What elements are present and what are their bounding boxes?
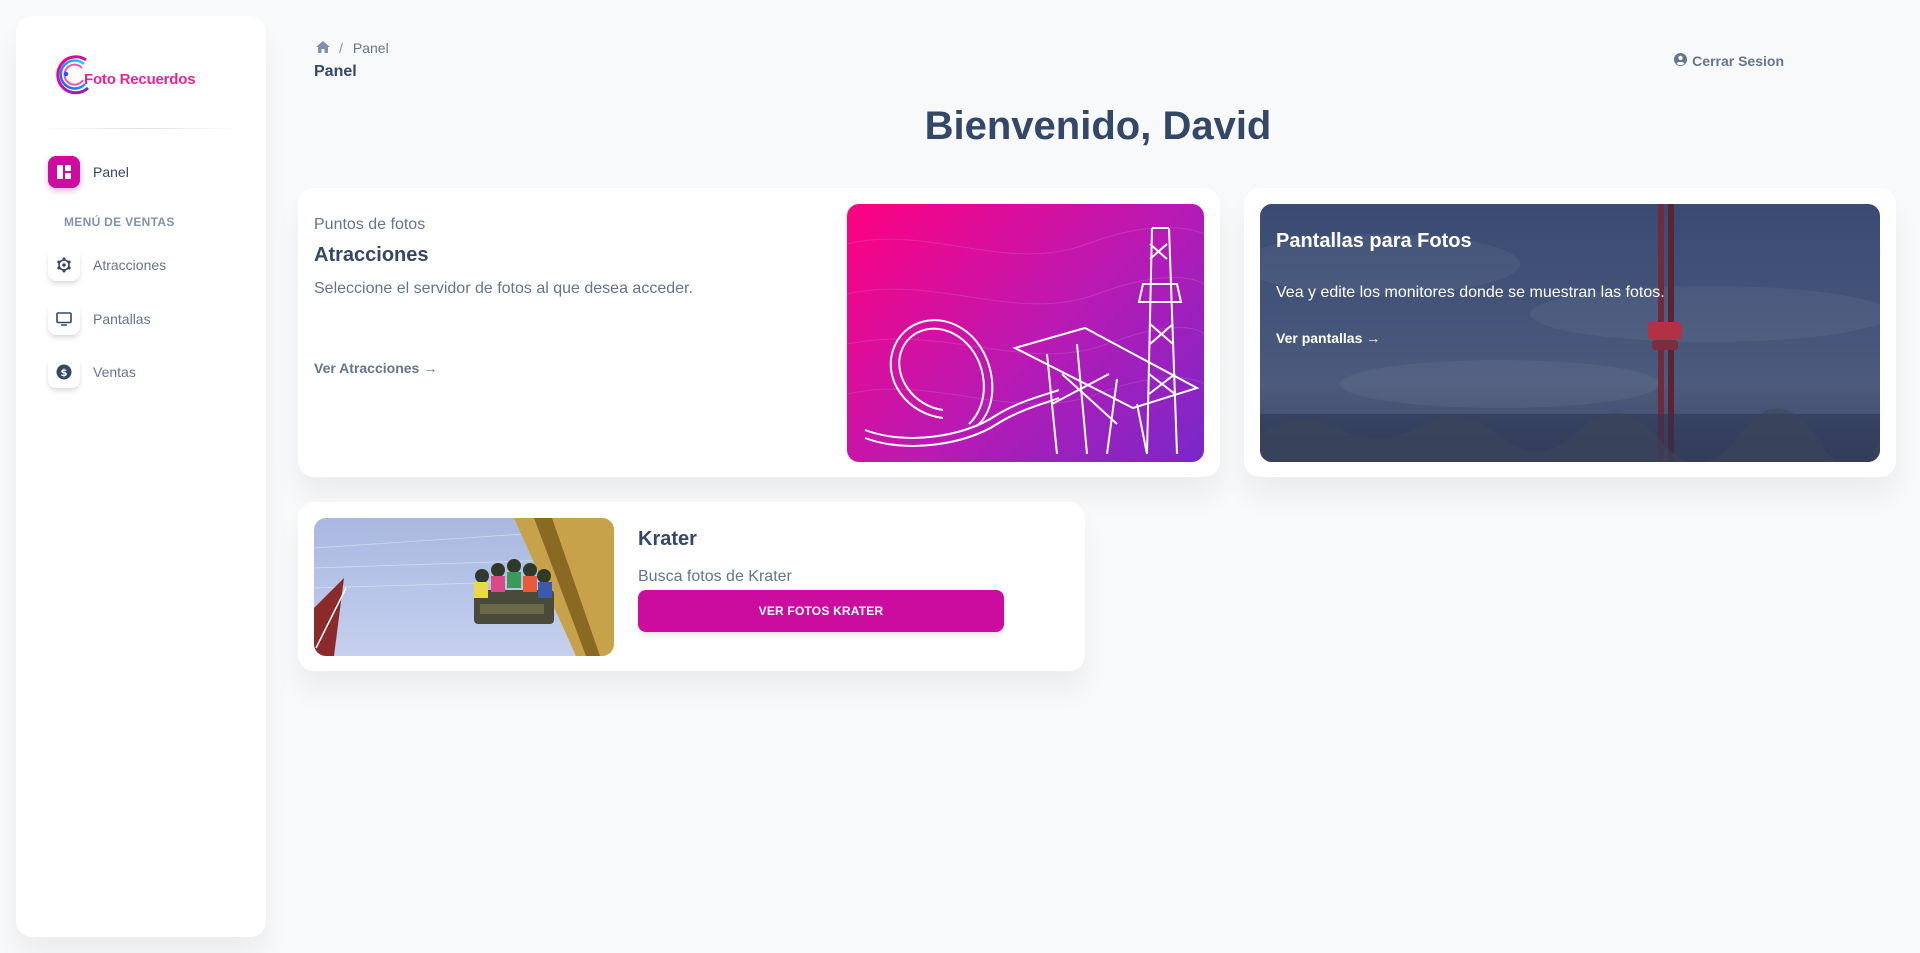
sidebar-item-label: Panel [93, 164, 129, 180]
logout-label: Cerrar Sesion [1692, 53, 1784, 69]
logout-link[interactable]: Cerrar Sesion [1674, 53, 1784, 69]
attraction-icon [48, 249, 80, 281]
attractions-card: Puntos de fotos Atracciones Seleccione e… [298, 188, 1220, 477]
brand-logo-link[interactable]: Foto Recuerdos [54, 40, 254, 104]
card-title: Atracciones [314, 244, 429, 266]
sidebar-item-panel[interactable]: Panel [48, 154, 129, 190]
card-subtitle: Puntos de fotos [314, 216, 426, 233]
link-label: Ver Atracciones [314, 360, 420, 376]
sidebar-item-pantallas[interactable]: Pantallas [48, 301, 151, 337]
krater-ride-photo [314, 518, 614, 656]
breadcrumb-separator: / [339, 40, 343, 56]
sidebar-item-label: Ventas [93, 364, 136, 380]
breadcrumb-current: Panel [352, 40, 389, 56]
sidebar-item-atracciones[interactable]: Atracciones [48, 247, 166, 283]
krater-card: Krater Busca fotos de Krater VER FOTOS K… [298, 502, 1085, 671]
card-description: Busca fotos de Krater [638, 568, 792, 585]
arrow-right-icon: → [423, 360, 438, 376]
sidebar-item-label: Pantallas [93, 311, 151, 327]
sidebar: Foto Recuerdos Panel MENÚ DE VENTAS Atra… [16, 16, 266, 937]
dollar-icon: $ [48, 356, 80, 388]
user-circle-icon [1674, 53, 1688, 69]
sidebar-item-label: Atracciones [93, 257, 167, 273]
card-title: Pantallas para Fotos [1276, 230, 1472, 252]
welcome-heading: Bienvenido, David [924, 104, 1272, 148]
sidebar-section-title: MENÚ DE VENTAS [64, 215, 175, 229]
screens-card: Pantallas para Fotos Vea y edite los mon… [1244, 188, 1896, 477]
sidebar-item-ventas[interactable]: $ Ventas [48, 354, 136, 390]
card-description: Seleccione el servidor de fotos al que d… [314, 280, 693, 297]
home-icon[interactable] [316, 40, 330, 56]
page-title: Panel [314, 63, 357, 80]
screens-photo-background: Pantallas para Fotos Vea y edite los mon… [1260, 204, 1880, 462]
card-description: Vea y edite los monitores donde se muest… [1276, 284, 1665, 301]
sidebar-divider [40, 128, 242, 129]
brand-name: Foto Recuerdos [84, 71, 196, 88]
card-title: Krater [638, 528, 697, 550]
dashboard-icon [48, 156, 80, 188]
view-attractions-link[interactable]: Ver Atracciones → [314, 360, 437, 376]
svg-text:$: $ [61, 368, 68, 379]
monitor-icon [48, 303, 80, 335]
view-krater-photos-button[interactable]: VER FOTOS KRATER [638, 590, 1004, 632]
rollercoaster-illustration [847, 204, 1204, 462]
view-screens-link[interactable]: Ver pantallas → [1276, 330, 1380, 346]
breadcrumb: / Panel [316, 40, 389, 56]
